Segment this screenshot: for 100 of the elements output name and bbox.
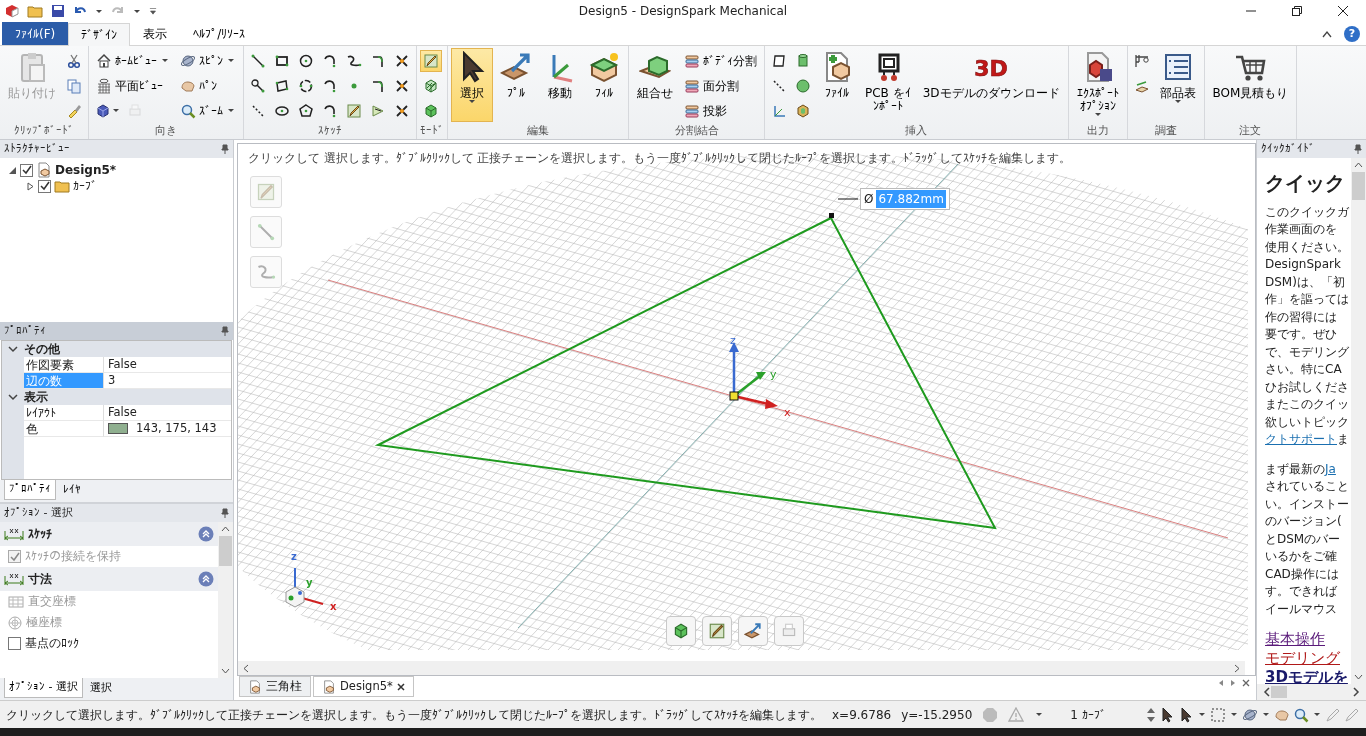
scrollbar[interactable] [218,522,233,678]
close-icon[interactable] [1242,679,1250,687]
option-label[interactable]: 基点のﾛｯｸ [25,634,79,653]
pin-icon[interactable] [221,508,229,518]
checkbox[interactable] [38,179,51,193]
ribbon-button[interactable]: ﾊﾟﾝ [176,74,221,97]
scrollbar[interactable] [1351,157,1366,685]
close-icon[interactable] [396,682,405,691]
property-name[interactable]: ﾚｲｱｳﾄ [24,405,104,421]
ribbon-button[interactable]: BOM見積もり [1207,48,1294,122]
property-name[interactable]: 色 [24,421,104,437]
help-button[interactable]: ? [1344,26,1360,42]
panel-title: ｵﾌﾟｼｮﾝ - 選択 [4,504,73,521]
axis-label: x [330,601,337,612]
ribbon-button[interactable]: ﾎｰﾑﾋﾞｭｰ [92,49,174,72]
plane-arrow-button[interactable] [738,616,768,646]
property-value[interactable]: 3 [108,371,116,390]
guide-link[interactable]: 基本操作 [1265,630,1351,650]
scroll-up-icon[interactable] [221,526,230,532]
magnifier-icon[interactable] [1293,706,1309,723]
ribbon-button[interactable]: 面分割 [680,74,743,97]
customize-icon[interactable] [148,6,158,16]
dimension-field[interactable]: Ø 67.882mm [860,188,950,210]
panel-tab[interactable]: ﾚｲﾔ [58,480,86,501]
expander-icon[interactable] [26,181,35,191]
ribbon-button[interactable]: ﾌｧｲﾙ [816,48,858,122]
ribbon-button[interactable]: ﾌｨﾙ [583,48,625,122]
ribbon-button[interactable]: ﾌﾟﾙ [495,48,537,122]
solid-cube-icon [423,102,439,119]
cursor-icon[interactable] [1178,706,1194,723]
document-tab[interactable]: 三角柱 [239,676,311,698]
orientation-cube[interactable] [285,567,324,608]
scrollbar[interactable] [1257,684,1366,700]
ribbon-button[interactable]: 投影 [680,99,731,122]
panel-tab[interactable]: 選択 [84,678,117,699]
scrollbar-thumb[interactable] [1271,686,1287,699]
up-down-icon[interactable] [1146,706,1156,723]
axis-gizmo[interactable] [729,342,778,409]
property-value[interactable]: False [108,403,137,422]
x-coordinate: x=9.6786 [832,706,892,724]
scroll-left-icon[interactable] [1263,687,1271,698]
caret-icon [1314,713,1320,716]
tree-item-label[interactable]: ｶｰﾌﾞ [73,177,97,195]
document-tab[interactable]: Design5* [313,676,414,698]
cursor-icon[interactable] [1159,706,1175,723]
scrollbar[interactable] [238,661,1245,675]
pin-icon[interactable] [221,144,229,154]
scroll-down-icon[interactable] [221,668,230,674]
group-label: 向き [154,123,178,139]
ribbon-button[interactable]: 部品表 [1154,48,1201,122]
panel-tab[interactable]: ｵﾌﾟｼｮﾝ - 選択 [4,678,83,698]
ribbon-tab[interactable]: ﾌｧｲﾙ(F) [2,22,69,45]
vertex-marker[interactable] [829,213,834,218]
property-value[interactable]: 143, 175, 143 [136,419,217,438]
selection-box-icon[interactable] [1210,706,1226,723]
scroll-up-icon[interactable] [1354,161,1363,168]
ribbon-button[interactable]: 組合せ [632,48,678,122]
checkbox[interactable] [20,163,33,177]
collapse-ribbon-icon[interactable] [1322,30,1332,38]
ribbon-button[interactable]: 3D 3Dモデルのダウンロード [917,48,1065,122]
checkbox[interactable] [8,637,21,650]
caret-icon [1036,713,1043,716]
collapse-icon[interactable] [198,571,214,587]
ribbon-button[interactable]: PCB をｲ ﾝﾎﾟｰﾄ [860,48,916,122]
pencil-button[interactable] [702,616,732,646]
guide-link[interactable]: モデリング [1265,649,1351,669]
ribbon-button[interactable]: 移動 [539,48,581,122]
scroll-right-icon[interactable] [1352,687,1360,698]
pin-icon[interactable] [1354,143,1362,154]
pencil-button[interactable] [420,49,442,72]
planet-icon[interactable] [1242,706,1258,723]
scrollbar-thumb[interactable] [219,536,232,566]
dashed-circle-icon [298,77,314,94]
box-icon [588,51,620,83]
ribbon-button[interactable]: ﾎﾞﾃﾞｨ分割 [680,49,761,72]
ribbon-button[interactable]: 選択 [451,48,493,122]
ribbon-tab[interactable]: ﾃﾞｻﾞｲﾝ [68,23,131,46]
ribbon-tab[interactable]: ﾍﾙﾌﾟ/ﾘｿｰｽ [180,22,259,45]
ribbon-button[interactable]: ｽﾞｰﾑ [176,99,240,122]
tree-item-label[interactable]: Design5* [55,161,117,179]
property-value[interactable]: False [108,355,137,374]
expander-icon[interactable] [8,165,17,175]
caliper-icon [1133,52,1150,69]
collapse-icon[interactable] [198,526,214,542]
sketch-canvas[interactable]: クリックして 選択します。ﾀﾞﾌﾞﾙｸﾘｯｸして 正接チェーンを選択します。もう一度ﾀﾞﾌﾞﾙｸﾘｯｸして閉じたﾙｰﾌﾟを選択します。ﾄﾞﾗｯｸﾞしてｽｹｯﾁを編集します。 z y x z y x Ø 67.882mm [237,143,1256,676]
ribbon-button[interactable]: ｽﾋﾟﾝ [176,49,240,72]
ribbon-button[interactable]: ｴｸｽﾎﾟｰﾄ ｵﾌﾟｼｮﾝ [1071,48,1124,122]
ribbon-button[interactable]: 平面ﾋﾞｭｰ [92,74,167,97]
link[interactable]: クトサポート [1265,432,1337,447]
link[interactable]: Ja [1325,461,1336,476]
save-icon[interactable] [50,3,66,19]
solid-cube-button[interactable] [666,616,696,646]
pin-icon[interactable] [221,326,229,336]
curve-icon [256,262,276,282]
scroll-left-icon[interactable] [242,663,250,673]
scroll-down-icon[interactable] [1354,674,1363,681]
scrollbar-thumb[interactable] [1352,171,1365,200]
ribbon-tab[interactable]: 表示 [130,22,181,45]
arc-icon [322,52,338,69]
panel-tab[interactable]: ﾌﾟﾛﾊﾟﾃｨ [4,480,56,500]
